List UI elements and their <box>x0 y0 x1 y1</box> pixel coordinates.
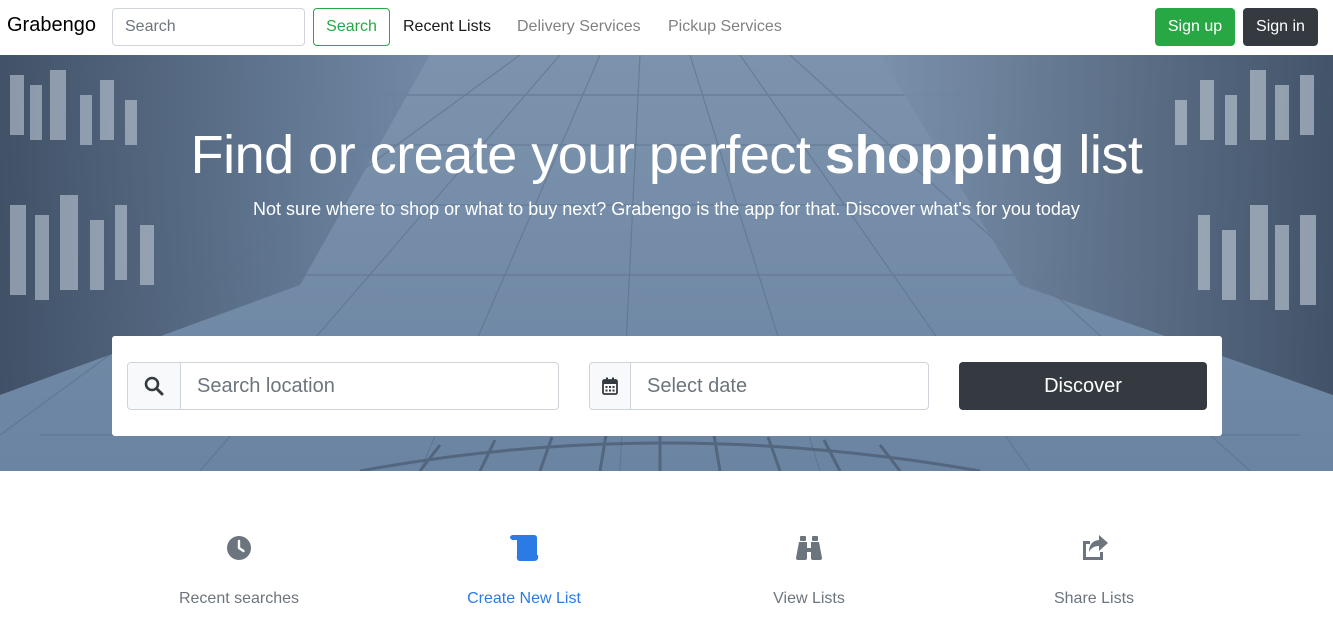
binoculars-icon <box>689 530 929 566</box>
scroll-icon <box>404 530 644 566</box>
feature-label: Create New List <box>467 590 581 607</box>
navbar-search-button[interactable]: Search <box>313 8 390 46</box>
feature-label: View Lists <box>773 590 845 607</box>
location-input-group <box>127 362 559 410</box>
location-search-input[interactable] <box>181 363 558 409</box>
search-icon <box>128 363 181 409</box>
top-navbar: Grabengo Search Recent Lists Delivery Se… <box>0 0 1333 55</box>
brand-logo[interactable]: Grabengo <box>7 14 96 37</box>
navbar-search-input[interactable] <box>112 8 305 46</box>
nav-link-recent-lists[interactable]: Recent Lists <box>403 18 491 36</box>
discover-search-card: Discover <box>112 336 1222 436</box>
nav-link-pickup-services[interactable]: Pickup Services <box>668 18 782 36</box>
share-icon <box>974 530 1214 566</box>
date-input-group <box>589 362 929 410</box>
feature-recent-searches[interactable]: Recent searches <box>119 530 359 608</box>
feature-view-lists[interactable]: View Lists <box>689 530 929 608</box>
date-select-input[interactable] <box>631 363 928 409</box>
hero-title-emphasis: shopping <box>824 125 1064 185</box>
hero-section: Find or create your perfect shopping lis… <box>0 55 1333 471</box>
feature-label: Recent searches <box>178 590 300 607</box>
sign-in-button[interactable]: Sign in <box>1243 8 1318 46</box>
hero-title: Find or create your perfect shopping lis… <box>0 124 1333 186</box>
hero-subtitle: Not sure where to shop or what to buy ne… <box>253 199 1080 219</box>
sign-up-button[interactable]: Sign up <box>1155 8 1235 46</box>
hero-title-suffix: list <box>1063 125 1143 185</box>
clock-icon <box>119 530 359 566</box>
feature-label: Share Lists <box>1053 590 1135 607</box>
calendar-icon <box>590 363 631 409</box>
feature-create-new-list[interactable]: Create New List <box>404 530 644 608</box>
nav-link-delivery-services[interactable]: Delivery Services <box>517 18 641 36</box>
feature-share-lists[interactable]: Share Lists <box>974 530 1214 608</box>
hero-title-text: Find or create your perfect <box>190 125 825 185</box>
discover-button[interactable]: Discover <box>959 362 1207 410</box>
